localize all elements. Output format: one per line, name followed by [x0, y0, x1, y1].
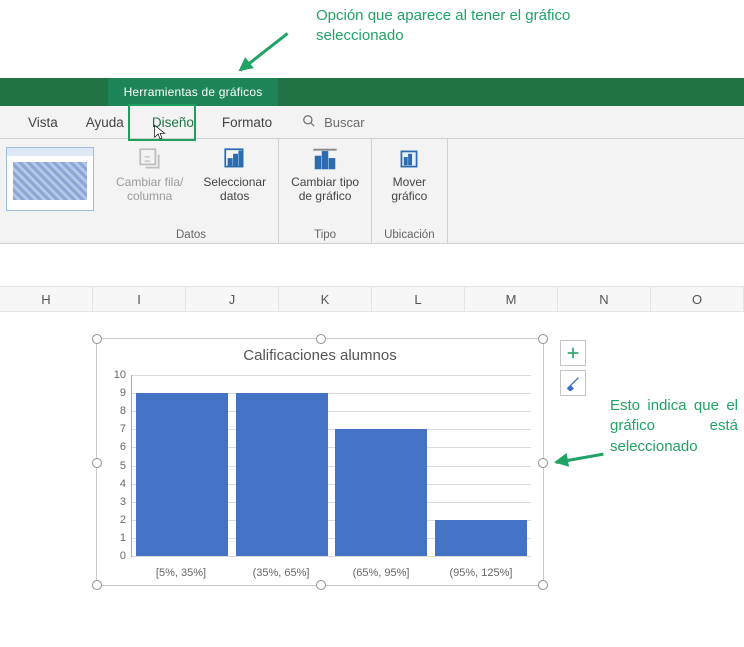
y-tick-label: 9 — [106, 387, 126, 399]
group-tipo: Cambiar tipo de gráfico Tipo — [279, 139, 372, 243]
switch-row-column-icon — [136, 145, 164, 173]
x-tick-label: (35%, 65%] — [231, 567, 331, 579]
chart-x-labels: [5%, 35%](35%, 65%](65%, 95%](95%, 125%] — [131, 567, 531, 579]
col-K[interactable]: K — [279, 287, 372, 311]
data-bar[interactable] — [136, 393, 228, 556]
y-tick-label: 8 — [106, 405, 126, 417]
x-tick-label: [5%, 35%] — [131, 567, 231, 579]
col-M[interactable]: M — [465, 287, 558, 311]
switch-row-column-label: Cambiar fila/ columna — [116, 175, 183, 204]
select-data-label: Seleccionar datos — [203, 175, 266, 204]
annotation-right-text: Esto indica que el gráfico está seleccio… — [610, 396, 738, 457]
resize-handle-e[interactable] — [538, 458, 548, 468]
ribbon-body: Cambiar fila/ columna Seleccionar datos … — [0, 139, 744, 244]
tab-vista[interactable]: Vista — [0, 106, 72, 138]
col-L[interactable]: L — [372, 287, 465, 311]
y-tick-label: 2 — [106, 514, 126, 526]
group-datos-label: Datos — [176, 229, 206, 241]
y-tick-label: 3 — [106, 496, 126, 508]
change-chart-type-icon — [311, 145, 339, 173]
chart-style-group — [0, 139, 104, 243]
col-O[interactable]: O — [651, 287, 744, 311]
y-tick-label: 4 — [106, 478, 126, 490]
title-bar: Herramientas de gráficos — [0, 78, 744, 106]
x-tick-label: (95%, 125%] — [431, 567, 531, 579]
col-N[interactable]: N — [558, 287, 651, 311]
chart-plot-area[interactable]: 012345678910 — [131, 375, 531, 557]
tab-diseno[interactable]: Diseño — [138, 106, 208, 138]
chart-styles-button[interactable] — [560, 370, 586, 396]
chart-object[interactable]: Calificaciones alumnos 012345678910 [5%,… — [96, 338, 544, 586]
resize-handle-ne[interactable] — [538, 334, 548, 344]
brush-icon — [565, 375, 581, 391]
data-bar[interactable] — [236, 393, 328, 556]
chart-style-thumbnail[interactable] — [6, 147, 94, 211]
move-chart-label: Mover gráfico — [391, 175, 427, 204]
select-data-icon — [221, 145, 249, 173]
search-icon — [302, 114, 316, 131]
annotation-top-text: Opción que aparece al tener el gráfico s… — [316, 6, 616, 47]
move-chart-icon — [395, 145, 423, 173]
y-tick-label: 1 — [106, 532, 126, 544]
resize-handle-sw[interactable] — [92, 580, 102, 590]
context-tab-chart-tools: Herramientas de gráficos — [108, 78, 278, 106]
bar-slot — [332, 375, 432, 556]
group-ubicacion-label: Ubicación — [384, 229, 435, 241]
move-chart-button[interactable]: Mover gráfico — [391, 145, 427, 204]
y-tick-label: 10 — [106, 369, 126, 381]
data-bar[interactable] — [435, 520, 527, 556]
ribbon-tabs: Vista Ayuda Diseño Formato Buscar — [0, 106, 744, 139]
resize-handle-w[interactable] — [92, 458, 102, 468]
change-chart-type-button[interactable]: Cambiar tipo de gráfico — [291, 145, 359, 204]
annotation-top: Opción que aparece al tener el gráfico s… — [316, 6, 616, 47]
search-label: Buscar — [324, 115, 364, 130]
y-tick-label: 0 — [106, 550, 126, 562]
tab-formato[interactable]: Formato — [208, 106, 286, 138]
tab-ayuda[interactable]: Ayuda — [72, 106, 138, 138]
resize-handle-n[interactable] — [316, 334, 326, 344]
gridline — [132, 556, 531, 557]
group-ubicacion: Mover gráfico Ubicación — [372, 139, 448, 243]
ribbon: Herramientas de gráficos Vista Ayuda Dis… — [0, 78, 744, 244]
x-tick-label: (65%, 95%] — [331, 567, 431, 579]
y-tick-label: 5 — [106, 460, 126, 472]
bar-slot — [132, 375, 232, 556]
change-chart-type-label: Cambiar tipo de gráfico — [291, 175, 359, 204]
col-H[interactable]: H — [0, 287, 93, 311]
group-datos: Cambiar fila/ columna Seleccionar datos … — [104, 139, 279, 243]
y-tick-label: 6 — [106, 441, 126, 453]
col-J[interactable]: J — [186, 287, 279, 311]
column-headers: H I J K L M N O — [0, 286, 744, 312]
chart-bars — [132, 375, 531, 556]
select-data-button[interactable]: Seleccionar datos — [203, 145, 266, 204]
bar-slot — [431, 375, 531, 556]
resize-handle-nw[interactable] — [92, 334, 102, 344]
chart-elements-button[interactable] — [560, 340, 586, 366]
resize-handle-s[interactable] — [316, 580, 326, 590]
data-bar[interactable] — [335, 429, 427, 556]
annotation-right: Esto indica que el gráfico está seleccio… — [610, 396, 738, 457]
group-tipo-label: Tipo — [314, 229, 336, 241]
y-tick-label: 7 — [106, 423, 126, 435]
resize-handle-se[interactable] — [538, 580, 548, 590]
col-I[interactable]: I — [93, 287, 186, 311]
bar-slot — [232, 375, 332, 556]
switch-row-column-button: Cambiar fila/ columna — [116, 145, 183, 204]
search-box[interactable]: Buscar — [286, 106, 380, 138]
